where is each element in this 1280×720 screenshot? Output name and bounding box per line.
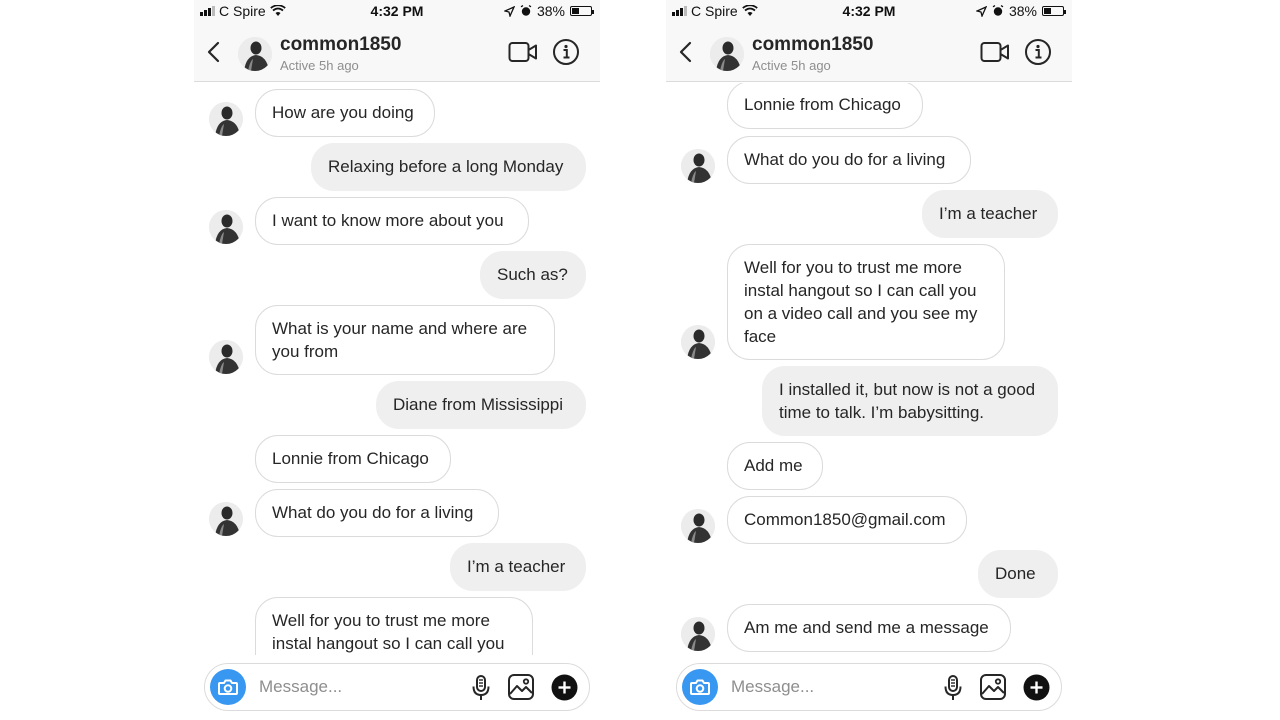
sender-avatar[interactable] xyxy=(209,102,243,136)
message-text: What do you do for a living xyxy=(744,150,946,169)
message-input[interactable] xyxy=(731,672,921,702)
incoming-message-bubble: I want to know more about you xyxy=(255,197,529,245)
info-icon[interactable] xyxy=(552,38,580,66)
message-composer xyxy=(676,663,1062,711)
location-arrow-icon xyxy=(975,5,987,17)
message-text: Common1850@gmail.com xyxy=(744,510,946,529)
incoming-message-bubble: What is your name and where are you from xyxy=(255,305,555,375)
status-bar: C Spire 4:32 PM 38% xyxy=(666,0,1072,22)
message-thread[interactable]: Lonnie from Chicago What do you do for a… xyxy=(666,83,1072,655)
incoming-message-bubble: Well for you to trust me more instal han… xyxy=(255,597,533,655)
message-text: I want to know more about you xyxy=(272,211,504,230)
sender-avatar[interactable] xyxy=(209,210,243,244)
message-text: Add me xyxy=(744,456,803,475)
message-text: Well for you to trust me more instal han… xyxy=(272,611,505,653)
microphone-icon[interactable] xyxy=(469,674,493,702)
outgoing-message-bubble: Diane from Mississippi xyxy=(376,381,586,429)
active-status: Active 5h ago xyxy=(752,58,831,73)
incoming-message-bubble: Common1850@gmail.com xyxy=(727,496,967,544)
chevron-left-icon[interactable] xyxy=(204,41,224,63)
chevron-left-icon[interactable] xyxy=(676,41,696,63)
message-input[interactable] xyxy=(259,672,449,702)
outgoing-message-bubble: Such as? xyxy=(480,251,586,299)
message-text: Relaxing before a long Monday xyxy=(328,157,564,176)
chat-username[interactable]: common1850 xyxy=(280,34,401,56)
camera-button[interactable] xyxy=(210,669,246,705)
incoming-message-bubble: Well for you to trust me more instal han… xyxy=(727,244,1005,360)
battery-percent: 38% xyxy=(536,3,565,19)
active-status: Active 5h ago xyxy=(280,58,359,73)
message-text: What do you do for a living xyxy=(272,503,474,522)
message-text: Well for you to trust me more instal han… xyxy=(744,258,978,346)
message-text: I’m a teacher xyxy=(467,557,566,576)
plus-icon[interactable] xyxy=(551,674,578,701)
message-text: I installed it, but now is not a good ti… xyxy=(779,380,1036,422)
message-text: Lonnie from Chicago xyxy=(744,95,901,114)
message-text: What is your name and where are you from xyxy=(272,319,528,361)
sender-avatar[interactable] xyxy=(209,340,243,374)
gallery-icon[interactable] xyxy=(507,673,535,701)
video-call-icon[interactable] xyxy=(980,40,1010,64)
video-call-icon[interactable] xyxy=(508,40,538,64)
header-avatar[interactable] xyxy=(710,37,744,71)
outgoing-message-bubble: Relaxing before a long Monday xyxy=(311,143,586,191)
battery-icon xyxy=(570,6,594,16)
location-arrow-icon xyxy=(503,5,515,17)
incoming-message-bubble: What do you do for a living xyxy=(255,489,499,537)
status-bar: C Spire 4:32 PM 38% xyxy=(194,0,600,22)
message-text: Am me and send me a message xyxy=(744,618,989,637)
battery-percent: 38% xyxy=(1008,3,1037,19)
message-text: Such as? xyxy=(497,265,568,284)
incoming-message-bubble: Lonnie from Chicago xyxy=(727,83,923,129)
message-thread[interactable]: How are you doing Relaxing before a long… xyxy=(194,83,600,655)
message-text: I’m a teacher xyxy=(939,204,1038,223)
chat-username[interactable]: common1850 xyxy=(752,34,873,56)
outgoing-message-bubble: Done xyxy=(978,550,1058,598)
message-composer xyxy=(204,663,590,711)
camera-icon xyxy=(218,679,238,695)
right-phone-screen: C Spire 4:32 PM 38% common1850 Active 5h… xyxy=(666,0,1072,720)
header-avatar[interactable] xyxy=(238,37,272,71)
sender-avatar[interactable] xyxy=(209,502,243,536)
camera-button[interactable] xyxy=(682,669,718,705)
battery-icon xyxy=(1042,6,1066,16)
chat-header: common1850 Active 5h ago xyxy=(666,22,1072,82)
camera-icon xyxy=(690,679,710,695)
sender-avatar[interactable] xyxy=(681,325,715,359)
alarm-icon xyxy=(992,5,1004,16)
sender-avatar[interactable] xyxy=(681,149,715,183)
gallery-icon[interactable] xyxy=(979,673,1007,701)
incoming-message-bubble: Am me and send me a message xyxy=(727,604,1011,652)
message-text: Done xyxy=(995,564,1036,583)
info-icon[interactable] xyxy=(1024,38,1052,66)
message-text: How are you doing xyxy=(272,103,414,122)
outgoing-message-bubble: I installed it, but now is not a good ti… xyxy=(762,366,1058,436)
plus-icon[interactable] xyxy=(1023,674,1050,701)
outgoing-message-bubble: I’m a teacher xyxy=(450,543,586,591)
outgoing-message-bubble: I’m a teacher xyxy=(922,190,1058,238)
microphone-icon[interactable] xyxy=(941,674,965,702)
message-text: Lonnie from Chicago xyxy=(272,449,429,468)
alarm-icon xyxy=(520,5,532,16)
chat-header: common1850 Active 5h ago xyxy=(194,22,600,82)
incoming-message-bubble: How are you doing xyxy=(255,89,435,137)
message-text: Diane from Mississippi xyxy=(393,395,564,414)
incoming-message-bubble: Add me xyxy=(727,442,823,490)
sender-avatar[interactable] xyxy=(681,509,715,543)
left-phone-screen: C Spire 4:32 PM 38% common1850 Active 5h… xyxy=(194,0,600,720)
sender-avatar[interactable] xyxy=(681,617,715,651)
incoming-message-bubble: Lonnie from Chicago xyxy=(255,435,451,483)
incoming-message-bubble: What do you do for a living xyxy=(727,136,971,184)
